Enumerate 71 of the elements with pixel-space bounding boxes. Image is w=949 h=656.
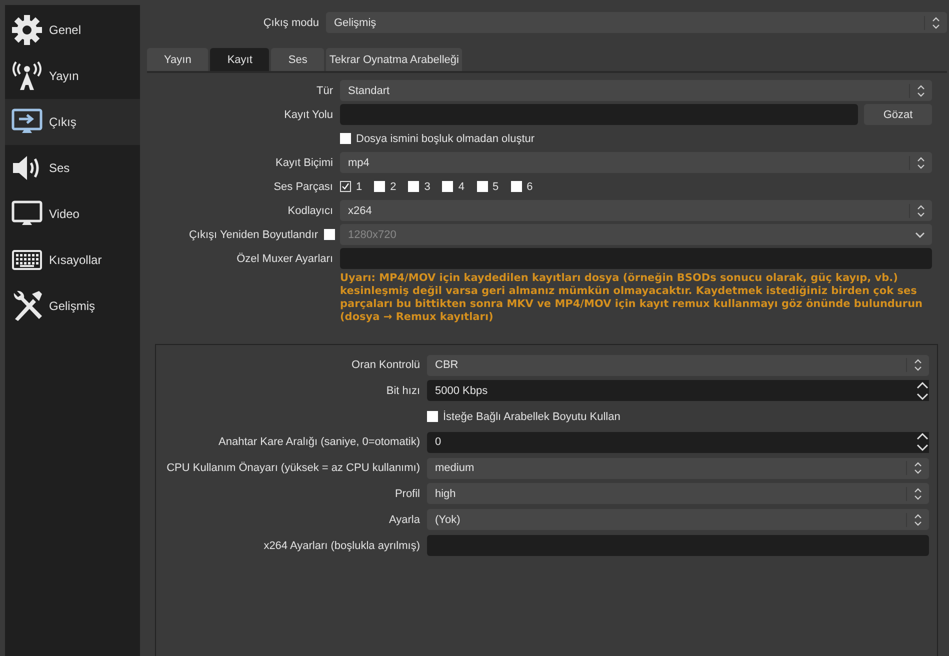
field-label: Bit hızı bbox=[385, 384, 420, 397]
checkbox-label: 3 bbox=[424, 180, 430, 192]
field-label: Ayarla bbox=[388, 514, 420, 526]
field-label: Kayıt Biçimi bbox=[274, 156, 333, 168]
sidebar-item[interactable]: Yayın bbox=[5, 53, 140, 99]
field-label: Özel Muxer Ayarları bbox=[236, 252, 333, 264]
updown-arrows-icon bbox=[909, 156, 926, 170]
sidebar-item[interactable]: Çıkış bbox=[5, 99, 140, 145]
spin-box[interactable]: 5000 Kbps bbox=[427, 380, 929, 402]
field-label: CPU Kullanım Önayarı (yüksek = az CPU kullanımı) bbox=[166, 462, 420, 474]
output-mode-dropdown[interactable]: Gelişmiş bbox=[326, 12, 947, 33]
checkbox[interactable] bbox=[408, 181, 420, 192]
spin-box[interactable]: 0 bbox=[427, 432, 929, 453]
sidebar-item[interactable]: Video bbox=[5, 191, 140, 237]
antenna-icon bbox=[11, 60, 43, 92]
caret-icon bbox=[914, 230, 926, 238]
field-label: Kayıt Yolu bbox=[283, 108, 333, 120]
tools-icon bbox=[11, 290, 43, 322]
checkbox-label: 2 bbox=[390, 180, 396, 192]
checkbox[interactable]: İsteğe Bağlı Arabellek Boyutu Kullan bbox=[427, 410, 929, 423]
checkbox-label: 6 bbox=[526, 180, 533, 192]
tab[interactable]: Tekrar Oynatma Arabelleği bbox=[326, 48, 462, 71]
checkbox-label: 5 bbox=[492, 180, 499, 192]
dropdown[interactable]: Standart bbox=[340, 80, 932, 101]
field-label: Oran Kontrolü bbox=[350, 359, 420, 371]
checkbox[interactable] bbox=[510, 181, 522, 192]
field-label: x264 Ayarları (boşlukla ayrılmış) bbox=[262, 540, 420, 552]
updown-arrows-icon bbox=[909, 204, 926, 218]
checkbox[interactable] bbox=[476, 181, 488, 192]
updown-arrows-icon bbox=[909, 84, 926, 98]
input-field[interactable] bbox=[427, 535, 929, 556]
checkbox[interactable] bbox=[442, 181, 454, 192]
dropdown[interactable]: x264 bbox=[340, 200, 932, 221]
sidebar-item[interactable]: Ses bbox=[5, 145, 140, 191]
dropdown[interactable]: medium bbox=[427, 458, 929, 479]
updown-arrows-icon bbox=[906, 461, 923, 476]
field-label: Ses Parçası bbox=[272, 180, 333, 192]
field-label: Çıkış modu bbox=[262, 16, 319, 28]
spin-arrows-icon[interactable] bbox=[915, 431, 930, 454]
field-label: Tür bbox=[316, 84, 333, 96]
field-label: Profil bbox=[394, 488, 420, 500]
field-label: Çıkışı Yeniden Boyutlandır bbox=[188, 228, 318, 240]
sidebar-item[interactable]: Genel bbox=[5, 7, 140, 53]
tab[interactable]: Kayıt bbox=[210, 48, 270, 71]
sidebar-item[interactable]: Kısayollar bbox=[5, 237, 140, 283]
updown-arrows-icon bbox=[906, 486, 923, 501]
tab[interactable]: Yayın bbox=[147, 48, 208, 71]
updown-arrows-icon bbox=[906, 358, 923, 372]
path-field[interactable] bbox=[340, 104, 858, 125]
checkbox[interactable]: Dosya ismini boşluk olmadan oluştur bbox=[340, 132, 932, 144]
updown-arrows-icon bbox=[924, 16, 941, 30]
updown-arrows-icon bbox=[906, 512, 923, 527]
warning-text: Uyarı: MP4/MOV için kaydedilen kayıtları dosya (örneğin BSODs sonucu olarak, güç kayıp, vb.) kesinleşmiş değil varsa geri almanız mümkün olmayacaktır. Kaydetmek istediğiniz birden çok ses parçaları bu bittikten sonra MKV ve MP4/MOV için kayıt remux kullanmayı göz önünde bulundurun (dosya → Remux kayıtları) bbox=[340, 272, 924, 324]
field-label: Anahtar Kare Aralığı (saniye, 0=otomatik) bbox=[218, 436, 420, 448]
checkbox-box[interactable] bbox=[340, 133, 351, 144]
checkbox-label: 1 bbox=[356, 180, 362, 192]
spin-arrows-icon[interactable] bbox=[915, 380, 930, 402]
gear-icon bbox=[11, 14, 43, 46]
browse-button[interactable]: Gözat bbox=[864, 104, 932, 125]
checkbox-label: 4 bbox=[458, 180, 464, 192]
dropdown[interactable]: CBR bbox=[427, 354, 929, 376]
dropdown[interactable]: high bbox=[427, 483, 929, 504]
field-label: Kodlayıcı bbox=[286, 204, 333, 216]
dropdown[interactable]: mp4 bbox=[340, 152, 932, 173]
checkbox[interactable] bbox=[340, 181, 351, 192]
dropdown[interactable]: (Yok) bbox=[427, 509, 929, 530]
sidebar-item[interactable]: Gelişmiş bbox=[5, 283, 140, 329]
input-field[interactable] bbox=[340, 248, 932, 269]
checkbox[interactable] bbox=[374, 181, 386, 192]
tab[interactable]: Ses bbox=[271, 48, 324, 71]
checkbox-box[interactable] bbox=[427, 411, 438, 422]
